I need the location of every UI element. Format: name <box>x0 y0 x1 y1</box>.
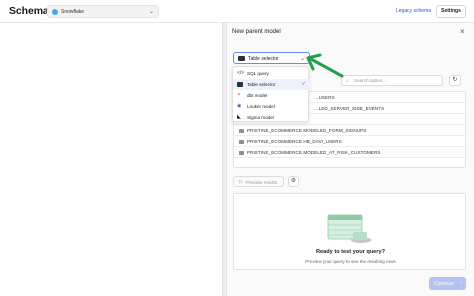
drawer-title: New parent model <box>232 29 281 35</box>
annotation-arrow-icon <box>306 53 344 78</box>
table-icon <box>239 150 244 155</box>
model-type-select[interactable]: Table selector ⌄ <box>233 52 310 64</box>
settings-button[interactable]: Settings <box>436 5 466 18</box>
empty-state-subtitle: Preview your query to see the resulting … <box>305 259 396 264</box>
table-search-input[interactable]: ⌕ Search tables... <box>341 75 443 86</box>
model-type-dropdown: </> SQL query Table selector ✓ ✶ dbt mod… <box>232 66 310 123</box>
dropdown-option-label: dbt model <box>247 92 268 98</box>
top-bar: Schema Snowflake ⌄ Legacy schema Setting… <box>0 0 474 23</box>
source-select[interactable]: Snowflake ⌄ <box>47 5 159 18</box>
table-row[interactable]: PRISTINE_ECOMMERCE.MODELED_AT_RISK_CUSTO… <box>234 147 465 158</box>
dropdown-option-label: Table selector <box>247 81 276 87</box>
preview-results-label: Preview results <box>246 179 278 185</box>
dropdown-option-label: Looker model <box>247 103 275 109</box>
table-icon <box>237 82 243 87</box>
check-icon: ✓ <box>301 81 306 87</box>
sigma-icon: ◣ <box>237 114 241 120</box>
table-illustration <box>327 214 371 243</box>
preview-results-button[interactable]: ▷ Preview results <box>233 176 284 187</box>
dbt-icon: ✶ <box>237 92 242 98</box>
continue-label: Continue <box>434 280 455 287</box>
dropdown-option-dbt-model[interactable]: ✶ dbt model <box>233 90 310 101</box>
source-select-label: Snowflake <box>61 8 85 15</box>
chevron-down-icon: ⌄ <box>148 9 154 15</box>
dropdown-option-looker-model[interactable]: ◉ Looker model <box>233 101 310 112</box>
chevron-right-icon: › <box>460 280 462 286</box>
new-parent-model-drawer: New parent model × Table selector ⌄ ⌕ Se… <box>226 23 474 296</box>
table-row-name: PRISTINE_ECOMMERCE.MODELED_AT_RISK_CUSTO… <box>247 150 381 155</box>
table-row-name: PRISTINE_ECOMMERCE.MODELED_FORM_SIGNUPS <box>247 128 367 133</box>
code-icon: </> <box>237 70 245 76</box>
table-row[interactable]: PRISTINE_ECOMMERCE.HB_DAVI_USERS <box>234 136 465 147</box>
continue-button[interactable]: Continue › <box>429 277 466 290</box>
play-icon: ▷ <box>239 179 243 185</box>
table-search-placeholder: Search tables... <box>354 78 386 83</box>
app-title: Schema <box>9 5 49 17</box>
gear-icon[interactable]: ⚙ <box>288 176 299 187</box>
table-icon <box>238 56 245 61</box>
table-row-name: …USERS <box>314 95 335 100</box>
dropdown-option-sigma-model[interactable]: ◣ Sigma model <box>233 112 310 123</box>
search-icon: ⌕ <box>346 78 349 84</box>
table-icon <box>239 128 244 133</box>
dropdown-option-table-selector[interactable]: Table selector ✓ <box>233 79 310 90</box>
results-empty-state: Ready to test your query? Preview your q… <box>233 193 466 270</box>
table-row-name: PRISTINE_ECOMMERCE.HB_DAVI_USERS <box>247 139 342 144</box>
legacy-schema-link[interactable]: Legacy schema <box>396 8 431 14</box>
dropdown-option-label: Sigma model <box>247 114 274 120</box>
empty-state-title: Ready to test your query? <box>315 249 385 255</box>
close-icon[interactable]: × <box>460 27 465 36</box>
schema-canvas <box>0 23 222 296</box>
table-row-name: …LED_SERVER_SIDE_EVENTS <box>314 106 385 111</box>
refresh-button[interactable]: ↻ <box>449 75 461 86</box>
table-icon <box>239 139 244 144</box>
dropdown-option-label: SQL query <box>247 70 269 76</box>
table-row[interactable]: PRISTINE_ECOMMERCE.MODELED_FORM_SIGNUPS <box>234 125 465 136</box>
snowflake-icon <box>52 9 58 15</box>
model-type-select-label: Table selector <box>248 55 279 62</box>
looker-icon: ◉ <box>237 103 242 109</box>
dropdown-option-sql-query[interactable]: </> SQL query <box>233 68 310 79</box>
